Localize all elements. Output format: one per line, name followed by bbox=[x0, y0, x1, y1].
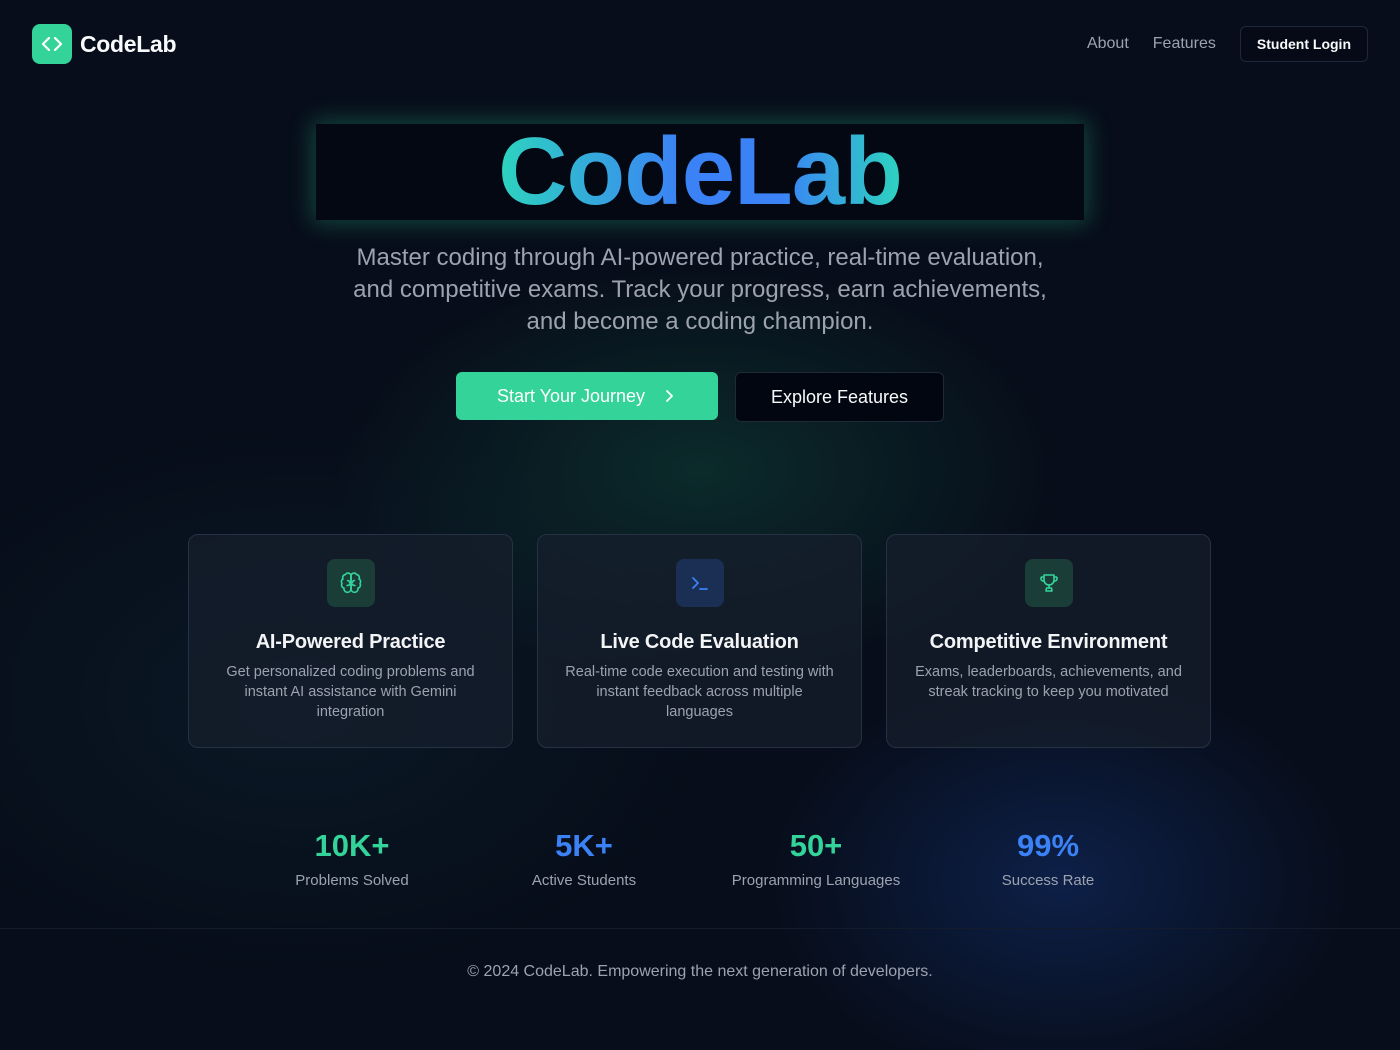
stat-item: 5K+ Active Students bbox=[468, 826, 700, 889]
nav-link-features[interactable]: Features bbox=[1153, 35, 1216, 53]
stat-label: Problems Solved bbox=[295, 872, 409, 889]
hero-subtitle-line: and become a coding champion. bbox=[526, 308, 874, 335]
hero-title-box: CodeLab bbox=[316, 124, 1084, 220]
feature-card-competitive: Competitive Environment Exams, leaderboa… bbox=[886, 534, 1211, 748]
start-journey-button[interactable]: Start Your Journey bbox=[456, 372, 718, 420]
hero-subtitle: Master coding through AI-powered practic… bbox=[310, 242, 1090, 338]
stat-item: 10K+ Problems Solved bbox=[236, 826, 468, 889]
hero-subtitle-line: Master coding through AI-powered practic… bbox=[356, 244, 1044, 271]
brand-name: CodeLab bbox=[80, 30, 177, 57]
feature-card-ai-practice: AI-Powered Practice Get personalized cod… bbox=[188, 534, 513, 748]
stat-value: 10K+ bbox=[314, 828, 390, 863]
student-login-button[interactable]: Student Login bbox=[1239, 26, 1368, 62]
feature-card-live-evaluation: Live Code Evaluation Real-time code exec… bbox=[537, 534, 862, 748]
brand-logo[interactable]: CodeLab bbox=[32, 24, 177, 64]
hero-subtitle-line: and competitive exams. Track your progre… bbox=[353, 276, 1047, 303]
feature-title: AI-Powered Practice bbox=[255, 631, 446, 653]
hero-cta-row: Start Your Journey Explore Features bbox=[456, 372, 944, 422]
code-brackets-icon bbox=[32, 24, 72, 64]
stat-value: 5K+ bbox=[555, 828, 613, 863]
top-nav: About Features Student Login bbox=[1087, 26, 1368, 62]
feature-title: Live Code Evaluation bbox=[600, 631, 799, 653]
explore-features-button[interactable]: Explore Features bbox=[735, 372, 944, 422]
trophy-icon bbox=[1024, 559, 1073, 607]
stat-label: Programming Languages bbox=[731, 872, 901, 889]
nav-link-about[interactable]: About bbox=[1087, 35, 1129, 53]
stat-value: 50+ bbox=[789, 828, 843, 863]
hero-title: CodeLab bbox=[498, 118, 903, 225]
brain-icon bbox=[326, 559, 375, 607]
feature-description: Get personalized coding problems and ins… bbox=[226, 664, 475, 720]
footer-copyright: © 2024 CodeLab. Empowering the next gene… bbox=[467, 963, 933, 980]
terminal-icon bbox=[675, 559, 724, 607]
stats-row: 10K+ Problems Solved 5K+ Active Students… bbox=[236, 826, 1164, 889]
chevron-right-icon bbox=[666, 390, 673, 402]
feature-description: Exams, leaderboards, achievements, and s… bbox=[915, 664, 1182, 700]
stat-label: Active Students bbox=[531, 872, 637, 889]
feature-cards: AI-Powered Practice Get personalized cod… bbox=[188, 534, 1211, 748]
stat-label: Success Rate bbox=[1001, 872, 1095, 889]
stat-item: 50+ Programming Languages bbox=[700, 826, 932, 889]
site-footer: © 2024 CodeLab. Empowering the next gene… bbox=[0, 928, 1400, 1050]
stat-value: 99% bbox=[1016, 828, 1080, 863]
feature-description: Real-time code execution and testing wit… bbox=[565, 664, 834, 720]
feature-title: Competitive Environment bbox=[929, 631, 1168, 653]
site-header: CodeLab About Features Student Login bbox=[0, 0, 1400, 88]
stat-item: 99% Success Rate bbox=[932, 826, 1164, 889]
start-journey-label: Start Your Journey bbox=[496, 385, 646, 406]
